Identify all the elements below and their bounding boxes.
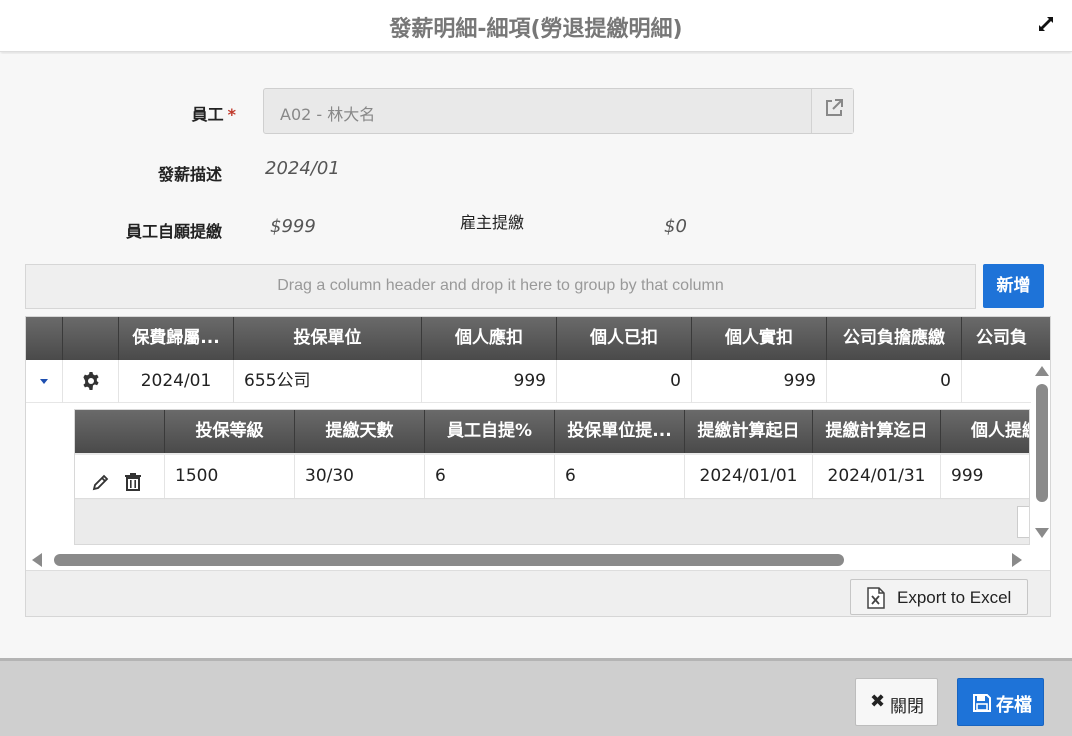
sub-cell-employee-pct: 6 xyxy=(425,455,555,498)
dialog-titlebar: 發薪明細-細項(勞退提繳明細) xyxy=(0,0,1072,52)
group-drop-area[interactable]: Drag a column header and drop it here to… xyxy=(25,264,976,309)
sub-header-unit-pct[interactable]: 投保單位提... xyxy=(555,410,685,453)
sub-cell-grade: 1500 xyxy=(165,455,295,498)
subgrid-row: 1500 30/30 6 6 2024/01/01 2024/01/31 999 xyxy=(75,455,1029,499)
header-personal-deducted[interactable]: 個人已扣 xyxy=(557,317,692,360)
employee-label: 員工 * xyxy=(150,101,236,125)
scroll-down-icon[interactable] xyxy=(1035,528,1049,538)
description-label: 發薪描述 xyxy=(157,165,222,184)
floppy-disk-icon xyxy=(972,693,992,718)
description-value: 2024/01 xyxy=(265,158,340,179)
grid-header: 保費歸屬... 投保單位 個人應扣 個人已扣 個人實扣 公司負擔應繳 公司負 xyxy=(26,317,1050,360)
gear-icon xyxy=(82,372,99,390)
header-personal-actual[interactable]: 個人實扣 xyxy=(692,317,827,360)
header-action-col xyxy=(63,317,119,360)
header-company-due[interactable]: 公司負擔應繳 xyxy=(827,317,962,360)
cell-personal-due: 999 xyxy=(422,360,557,403)
save-button[interactable]: 存檔 xyxy=(957,678,1044,726)
subgrid-empty-area xyxy=(75,500,1029,544)
sub-cell-end-date: 2024/01/31 xyxy=(813,455,941,498)
save-label: 存檔 xyxy=(996,695,1032,716)
export-excel-button[interactable]: Export to Excel xyxy=(850,579,1028,615)
header-period[interactable]: 保費歸屬... xyxy=(119,317,234,360)
cell-personal-actual: 999 xyxy=(692,360,827,403)
external-link-icon xyxy=(826,99,843,116)
caret-down-icon xyxy=(40,379,48,384)
excel-file-icon xyxy=(867,587,885,614)
grid-footer: Export to Excel xyxy=(26,570,1050,616)
data-grid: 保費歸屬... 投保單位 個人應扣 個人已扣 個人實扣 公司負擔應繳 公司負 2… xyxy=(25,316,1051,617)
sub-header-employee-pct[interactable]: 員工自提% xyxy=(425,410,555,453)
employee-field-value: A02 - 林大名 xyxy=(280,105,376,124)
cell-company-more xyxy=(962,360,1036,403)
scroll-left-icon[interactable] xyxy=(32,553,42,567)
close-button[interactable]: ✖ 關閉 xyxy=(855,678,938,726)
sub-cell-start-date: 2024/01/01 xyxy=(685,455,813,498)
sub-cell-personal-amount: 999 xyxy=(951,466,984,486)
subgrid-scrollbar[interactable] xyxy=(1017,506,1029,538)
open-employee-button[interactable] xyxy=(811,89,853,133)
table-row: 2024/01 655公司 999 0 999 0 xyxy=(26,360,1036,403)
vertical-scrollbar[interactable] xyxy=(1031,360,1050,550)
sub-header-personal-amount[interactable]: 個人提繳 xyxy=(941,410,1029,453)
cell-period: 2024/01 xyxy=(119,360,234,403)
maximize-icon[interactable] xyxy=(1036,15,1056,35)
delete-button[interactable] xyxy=(123,466,143,498)
subgrid-header: 投保等級 提繳天數 員工自提% 投保單位提... 提繳計算起日 提繳計算迄日 個… xyxy=(75,410,1029,453)
dialog-content: 員工 * A02 - 林大名 發薪描述 2024/01 員工自願提繳 $999 雇… xyxy=(0,54,1072,658)
header-expand-col xyxy=(26,317,63,360)
header-personal-due[interactable]: 個人應扣 xyxy=(422,317,557,360)
voluntary-label: 員工自願提繳 xyxy=(125,222,222,241)
sub-cell-days: 30/30 xyxy=(295,455,425,498)
detail-subgrid: 投保等級 提繳天數 員工自提% 投保單位提... 提繳計算起日 提繳計算迄日 個… xyxy=(74,409,1030,545)
add-button[interactable]: 新增 xyxy=(983,264,1044,308)
horizontal-scrollbar[interactable] xyxy=(26,550,1036,570)
close-label: 關閉 xyxy=(890,697,924,717)
required-mark: * xyxy=(227,105,236,124)
vertical-scroll-thumb[interactable] xyxy=(1036,384,1048,502)
dialog-footer: ✖ 關閉 存檔 xyxy=(0,658,1072,736)
dialog-title: 發薪明細-細項(勞退提繳明細) xyxy=(389,17,683,42)
scroll-up-icon[interactable] xyxy=(1035,366,1049,376)
employer-value: $0 xyxy=(664,216,687,237)
sub-header-start-date[interactable]: 提繳計算起日 xyxy=(685,410,813,453)
sub-header-action-col xyxy=(75,410,165,453)
sub-header-grade[interactable]: 投保等級 xyxy=(165,410,295,453)
voluntary-value: $999 xyxy=(270,216,316,237)
employer-label: 雇主提繳 xyxy=(460,213,525,232)
header-unit[interactable]: 投保單位 xyxy=(234,317,422,360)
sub-row-actions xyxy=(75,455,165,498)
trash-icon xyxy=(125,473,141,491)
cell-company-due: 0 xyxy=(827,360,962,403)
employee-label-text: 員工 xyxy=(191,105,224,124)
sub-header-days[interactable]: 提繳天數 xyxy=(295,410,425,453)
cell-personal-deducted: 0 xyxy=(557,360,692,403)
close-icon: ✖ xyxy=(870,691,886,712)
sub-cell-unit-pct: 6 xyxy=(555,455,685,498)
export-excel-label: Export to Excel xyxy=(897,588,1012,607)
row-settings[interactable] xyxy=(63,360,119,403)
pencil-icon xyxy=(92,474,109,491)
sub-header-end-date[interactable]: 提繳計算迄日 xyxy=(813,410,941,453)
cell-unit: 655公司 xyxy=(234,360,422,403)
horizontal-scroll-thumb[interactable] xyxy=(54,554,844,566)
header-company-more[interactable]: 公司負 xyxy=(962,317,1050,360)
edit-button[interactable] xyxy=(91,466,111,498)
group-hint: Drag a column header and drop it here to… xyxy=(277,277,724,294)
employee-field[interactable]: A02 - 林大名 xyxy=(263,88,854,134)
expand-toggle[interactable] xyxy=(26,360,63,403)
scroll-right-icon[interactable] xyxy=(1012,553,1022,567)
